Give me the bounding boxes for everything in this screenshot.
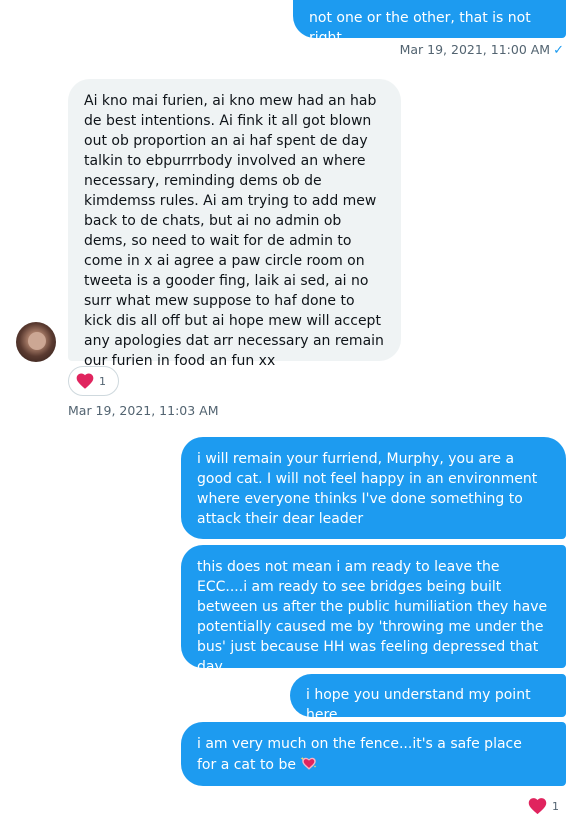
- message-text: i will remain your furriend, Murphy, you…: [197, 451, 538, 527]
- sparkling-heart-icon: [301, 757, 317, 770]
- message-text: Ai kno mai furien, ai kno mew had an hab…: [84, 93, 384, 369]
- message-text: i am very much on the fence...it's a saf…: [197, 736, 522, 773]
- message-text: this does not mean i am ready to leave t…: [197, 559, 548, 675]
- message-text: i hope you understand my point here: [306, 687, 531, 723]
- received-message[interactable]: Ai kno mai furien, ai kno mew had an hab…: [68, 79, 401, 369]
- reaction-badge[interactable]: 1: [522, 791, 568, 821]
- reaction-count: 1: [552, 799, 559, 813]
- message-timestamp: Mar 19, 2021, 11:03 AM: [68, 403, 219, 418]
- sent-message[interactable]: i hope you understand my point here: [290, 674, 566, 723]
- sent-message[interactable]: not one or the other, that is not right: [293, 0, 566, 46]
- red-heart-icon: [76, 373, 94, 389]
- avatar[interactable]: [16, 322, 56, 362]
- message-text: not one or the other, that is not right: [309, 10, 531, 46]
- red-heart-icon: [528, 798, 547, 815]
- message-timestamp: Mar 19, 2021, 11:00 AM ✓: [399, 42, 564, 58]
- sent-message[interactable]: this does not mean i am ready to leave t…: [181, 545, 566, 675]
- sent-message[interactable]: i will remain your furriend, Murphy, you…: [181, 437, 566, 539]
- sent-message[interactable]: i am very much on the fence...it's a saf…: [181, 722, 566, 786]
- checkmark-icon: ✓: [553, 43, 564, 58]
- reaction-count: 1: [99, 374, 106, 388]
- reaction-badge[interactable]: 1: [68, 366, 119, 396]
